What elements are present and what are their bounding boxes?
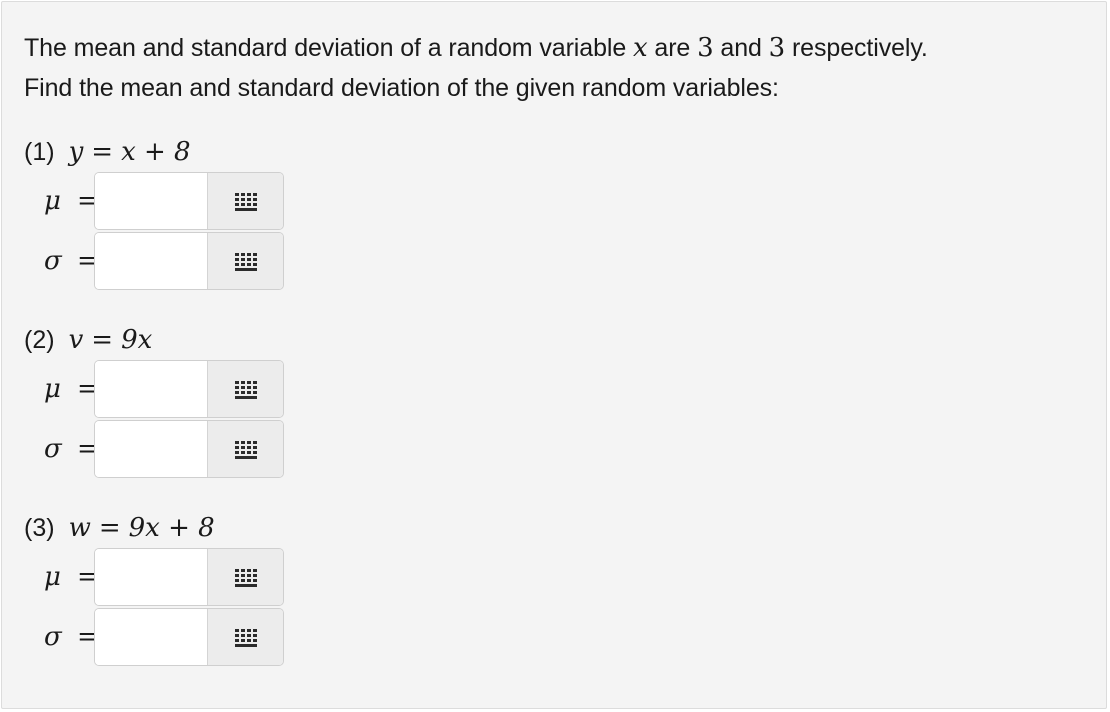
part-expression: x + 8 <box>121 137 191 167</box>
sigma-symbol: σ <box>44 434 62 464</box>
question-text-c: and <box>713 34 769 62</box>
mean-answer-field <box>94 172 284 230</box>
given-mean: 3 <box>697 33 714 63</box>
variable-x: x <box>632 33 648 63</box>
part-equals: = <box>98 513 121 543</box>
keypad-button[interactable] <box>207 421 283 477</box>
question-line-2: Find the mean and standard deviation of … <box>24 74 779 102</box>
question-text-a: The mean and standard deviation of a ran… <box>24 34 633 62</box>
mu-symbol: μ <box>44 374 61 404</box>
question-text-d: respectively. <box>785 34 928 62</box>
keypad-grid-icon <box>235 629 257 647</box>
mean-row: μ = <box>24 548 284 608</box>
question-text-b: are <box>647 34 698 62</box>
part-number: (1) <box>24 138 55 166</box>
sd-answer-field <box>94 608 284 666</box>
mean-input[interactable] <box>95 173 207 229</box>
mean-input[interactable] <box>95 549 207 605</box>
question-text: The mean and standard deviation of a ran… <box>24 28 928 108</box>
keypad-button[interactable] <box>207 361 283 417</box>
question-line-1: The mean and standard deviation of a ran… <box>24 28 928 68</box>
sd-input[interactable] <box>95 421 207 477</box>
part-3: (3) w = 9x + 8 μ = σ = <box>24 508 284 668</box>
keypad-button[interactable] <box>207 609 283 665</box>
mean-input[interactable] <box>95 361 207 417</box>
given-standard-deviation: 3 <box>768 33 786 63</box>
part-variable: v <box>68 325 84 355</box>
sd-row: σ = <box>24 420 284 480</box>
part-number: (2) <box>24 326 55 354</box>
mean-row: μ = <box>24 360 284 420</box>
mu-symbol: μ <box>44 186 61 216</box>
mean-answer-field <box>94 548 284 606</box>
part-1: (1) y = x + 8 μ = σ = <box>24 132 284 292</box>
part-1-header: (1) y = x + 8 <box>24 132 191 172</box>
part-equals: = <box>91 137 114 167</box>
keypad-button[interactable] <box>207 549 283 605</box>
part-expression: 9x + 8 <box>128 513 215 543</box>
keypad-button[interactable] <box>207 173 283 229</box>
part-2-header: (2) v = 9x <box>24 320 152 360</box>
sigma-symbol: σ <box>44 622 62 652</box>
sd-answer-field <box>94 420 284 478</box>
sd-row: σ = <box>24 608 284 668</box>
keypad-grid-icon <box>235 569 257 587</box>
mean-row: μ = <box>24 172 284 232</box>
part-expression: 9x <box>121 325 153 355</box>
question-panel: The mean and standard deviation of a ran… <box>1 1 1107 709</box>
part-variable: y <box>68 137 84 167</box>
keypad-grid-icon <box>235 253 257 271</box>
sigma-symbol: σ <box>44 246 62 276</box>
keypad-grid-icon <box>235 193 257 211</box>
keypad-button[interactable] <box>207 233 283 289</box>
sd-answer-field <box>94 232 284 290</box>
part-number: (3) <box>24 514 55 542</box>
keypad-grid-icon <box>235 441 257 459</box>
mean-answer-field <box>94 360 284 418</box>
part-3-header: (3) w = 9x + 8 <box>24 508 215 548</box>
keypad-grid-icon <box>235 381 257 399</box>
part-variable: w <box>68 513 91 543</box>
sd-row: σ = <box>24 232 284 292</box>
sd-input[interactable] <box>95 233 207 289</box>
part-equals: = <box>91 325 114 355</box>
part-2: (2) v = 9x μ = σ = <box>24 320 284 480</box>
mu-symbol: μ <box>44 562 61 592</box>
sd-input[interactable] <box>95 609 207 665</box>
